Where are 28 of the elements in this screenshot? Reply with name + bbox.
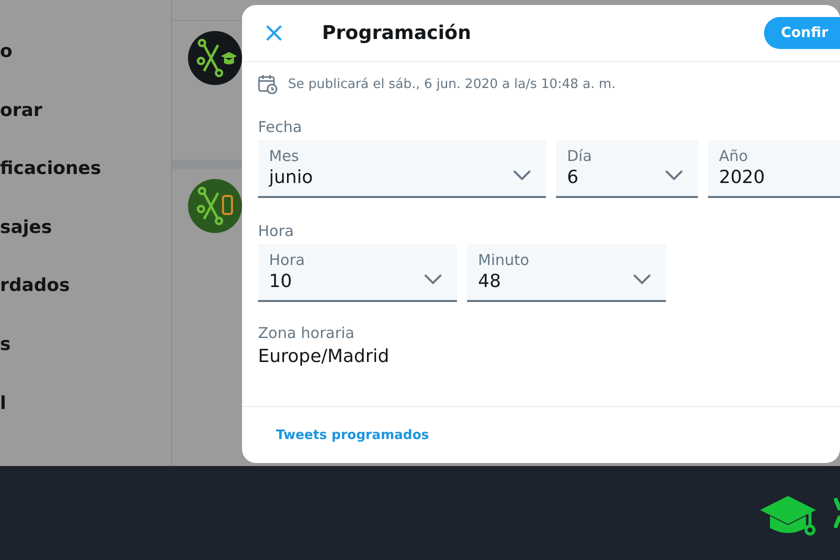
dropdown[interactable]: Hora 10	[258, 244, 457, 302]
select-field[interactable]: Año 2020	[708, 140, 840, 198]
section-label: Hora	[258, 222, 295, 240]
logo-icon	[834, 498, 840, 528]
dropdown[interactable]: Día 6	[556, 140, 698, 198]
dropdown[interactable]: Mes junio	[258, 140, 546, 198]
dropdown[interactable]: Minuto 48	[467, 244, 666, 302]
timezone-value: Europe/Madrid	[258, 346, 390, 367]
field-label: Zona horaria	[258, 324, 356, 342]
nav-item[interactable]: s	[0, 332, 171, 358]
nav-item[interactable]: ficaciones	[0, 157, 171, 182]
avatar-logo-icon	[188, 31, 242, 85]
calendar-clock-icon	[258, 74, 278, 94]
nav-item[interactable]: o	[0, 40, 171, 65]
nav-item[interactable]: rdados	[0, 274, 171, 299]
close-button[interactable]	[264, 23, 284, 43]
nav-item[interactable]: orar	[0, 98, 171, 124]
chevron-down-icon	[423, 272, 443, 286]
section-label: Fecha	[258, 118, 303, 136]
graduation-cap-icon	[760, 496, 816, 536]
schedule-notice: Se publicará el sáb., 6 jun. 2020 a la/s 10:48 a. m.	[288, 76, 616, 92]
nav-item[interactable]: sajes	[0, 216, 171, 240]
nav-item[interactable]: l	[0, 392, 171, 416]
chevron-down-icon	[664, 168, 684, 182]
chevron-down-icon	[632, 272, 652, 286]
chevron-down-icon	[512, 168, 532, 182]
avatar-logo-icon	[188, 179, 242, 233]
dialog-title: Programación	[322, 22, 472, 44]
